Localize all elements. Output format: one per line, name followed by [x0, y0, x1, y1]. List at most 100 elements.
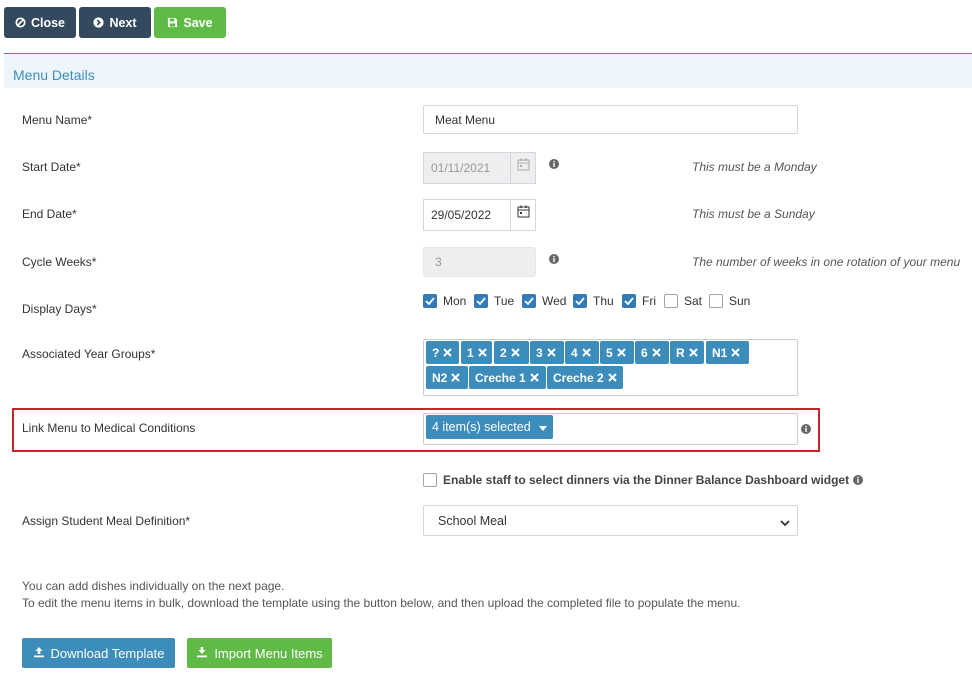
start-date-input[interactable]: 01/11/2021 — [423, 152, 536, 184]
tag: 2 — [494, 341, 529, 364]
panel-header — [4, 54, 972, 88]
tag: 3 — [530, 341, 564, 364]
remove-tag-icon[interactable] — [546, 346, 556, 360]
meal-definition-select[interactable]: School Meal — [423, 505, 798, 536]
note-line-2: To edit the menu items in bulk, download… — [22, 596, 741, 610]
remove-tag-icon[interactable] — [443, 346, 453, 360]
tag-text: ? — [432, 345, 440, 360]
meal-definition-value: School Meal — [438, 513, 507, 528]
medical-conditions-select[interactable]: 4 item(s) selected — [423, 413, 798, 445]
save-button-label: Save — [183, 15, 213, 30]
tag-text: 3 — [536, 345, 543, 360]
end-date-calendar-button[interactable] — [510, 200, 535, 230]
medical-conditions-dropdown-button[interactable]: 4 item(s) selected — [426, 415, 553, 439]
menu-name-value: Meat Menu — [435, 112, 496, 127]
tag: N1 — [706, 341, 749, 364]
info-icon[interactable] — [801, 423, 811, 434]
upload-icon — [33, 646, 45, 661]
remove-tag-icon[interactable] — [529, 371, 539, 385]
save-button[interactable]: Save — [154, 7, 226, 38]
tag: 6 — [635, 341, 669, 364]
tag: Creche 2 — [547, 366, 623, 389]
day-label: Sat — [684, 294, 703, 308]
tag-text: 4 — [571, 345, 578, 360]
remove-tag-icon[interactable] — [510, 346, 520, 360]
panel-title: Menu Details — [13, 67, 95, 83]
day-label: Thu — [593, 294, 614, 308]
download-template-button[interactable]: Download Template — [22, 638, 175, 668]
tag: 1 — [461, 341, 492, 364]
info-icon[interactable] — [549, 253, 559, 264]
caret-down-icon — [538, 420, 547, 434]
tag-text: Creche 1 — [475, 370, 526, 385]
download-template-label: Download Template — [50, 645, 165, 661]
checkbox-checked[interactable] — [522, 294, 536, 308]
remove-tag-icon[interactable] — [651, 346, 661, 360]
ban-icon — [15, 17, 26, 28]
day-checkbox-sat[interactable]: Sat — [664, 294, 702, 308]
info-icon[interactable] — [549, 158, 559, 169]
day-label: Sun — [729, 294, 751, 308]
meal-definition-label: Assign Student Meal Definition* — [22, 514, 191, 528]
menu-name-label: Menu Name* — [22, 113, 93, 127]
tag-text: 1 — [467, 345, 474, 360]
start-date-hint: This must be a Monday — [692, 160, 817, 174]
day-checkbox-sun[interactable]: Sun — [709, 294, 750, 308]
remove-tag-icon[interactable] — [477, 346, 487, 360]
checkbox-unchecked[interactable] — [423, 473, 437, 487]
import-menu-items-button[interactable]: Import Menu Items — [187, 638, 332, 668]
next-button[interactable]: Next — [79, 7, 151, 38]
remove-tag-icon[interactable] — [607, 371, 617, 385]
calendar-icon — [517, 205, 530, 221]
end-date-hint: This must be a Sunday — [692, 207, 815, 221]
tag: N2 — [426, 366, 468, 389]
remove-tag-icon[interactable] — [451, 371, 461, 385]
tag-text: 5 — [606, 345, 613, 360]
medical-conditions-value: 4 item(s) selected — [432, 420, 531, 434]
start-date-label: Start Date* — [22, 160, 81, 174]
enable-staff-checkbox[interactable]: Enable staff to select dinners via the D… — [423, 473, 864, 487]
tag: 4 — [565, 341, 599, 364]
checkbox-checked[interactable] — [423, 294, 437, 308]
menu-name-input[interactable]: Meat Menu — [423, 105, 798, 134]
end-date-input[interactable]: 29/05/2022 — [423, 199, 536, 231]
checkbox-unchecked[interactable] — [664, 294, 678, 308]
day-label: Mon — [443, 294, 467, 308]
day-checkbox-mon[interactable]: Mon — [423, 294, 466, 308]
day-checkbox-wed[interactable]: Wed — [522, 294, 566, 308]
year-groups-label: Associated Year Groups* — [22, 347, 156, 361]
day-checkbox-tue[interactable]: Tue — [474, 294, 514, 308]
checkbox-checked[interactable] — [474, 294, 488, 308]
end-date-label: End Date* — [22, 207, 77, 221]
floppy-icon — [167, 17, 178, 28]
start-date-value: 01/11/2021 — [431, 161, 491, 175]
remove-tag-icon[interactable] — [688, 346, 698, 360]
close-button-label: Close — [30, 15, 66, 30]
tag-text: N1 — [712, 345, 728, 360]
next-button-label: Next — [109, 15, 137, 30]
start-date-calendar-button[interactable] — [510, 153, 535, 183]
remove-tag-icon[interactable] — [581, 346, 591, 360]
day-checkbox-fri[interactable]: Fri — [622, 294, 656, 308]
day-checkbox-thu[interactable]: Thu — [573, 294, 614, 308]
tag-text: 6 — [641, 345, 648, 360]
tag: R — [670, 341, 704, 364]
medical-conditions-label: Link Menu to Medical Conditions — [22, 421, 196, 435]
remove-tag-icon[interactable] — [616, 346, 626, 360]
import-menu-items-label: Import Menu Items — [214, 645, 323, 661]
cycle-weeks-label: Cycle Weeks* — [22, 255, 97, 269]
checkbox-checked[interactable] — [573, 294, 587, 308]
close-button[interactable]: Close — [4, 7, 76, 38]
cycle-weeks-input[interactable]: 3 — [423, 247, 536, 277]
chevron-down-icon — [780, 516, 790, 530]
cycle-weeks-value: 3 — [435, 255, 442, 269]
download-icon — [196, 646, 208, 661]
checkbox-unchecked[interactable] — [709, 294, 723, 308]
cycle-weeks-hint: The number of weeks in one rotation of y… — [692, 255, 961, 269]
checkbox-checked[interactable] — [622, 294, 636, 308]
info-icon[interactable] — [853, 475, 864, 485]
tag-text: R — [676, 345, 685, 360]
note-line-1: You can add dishes individually on the n… — [22, 579, 285, 593]
year-groups-input[interactable]: ? 1 2 3 4 5 6 R N1 N2 Creche 1 Creche 2 — [423, 339, 798, 396]
remove-tag-icon[interactable] — [731, 346, 741, 360]
